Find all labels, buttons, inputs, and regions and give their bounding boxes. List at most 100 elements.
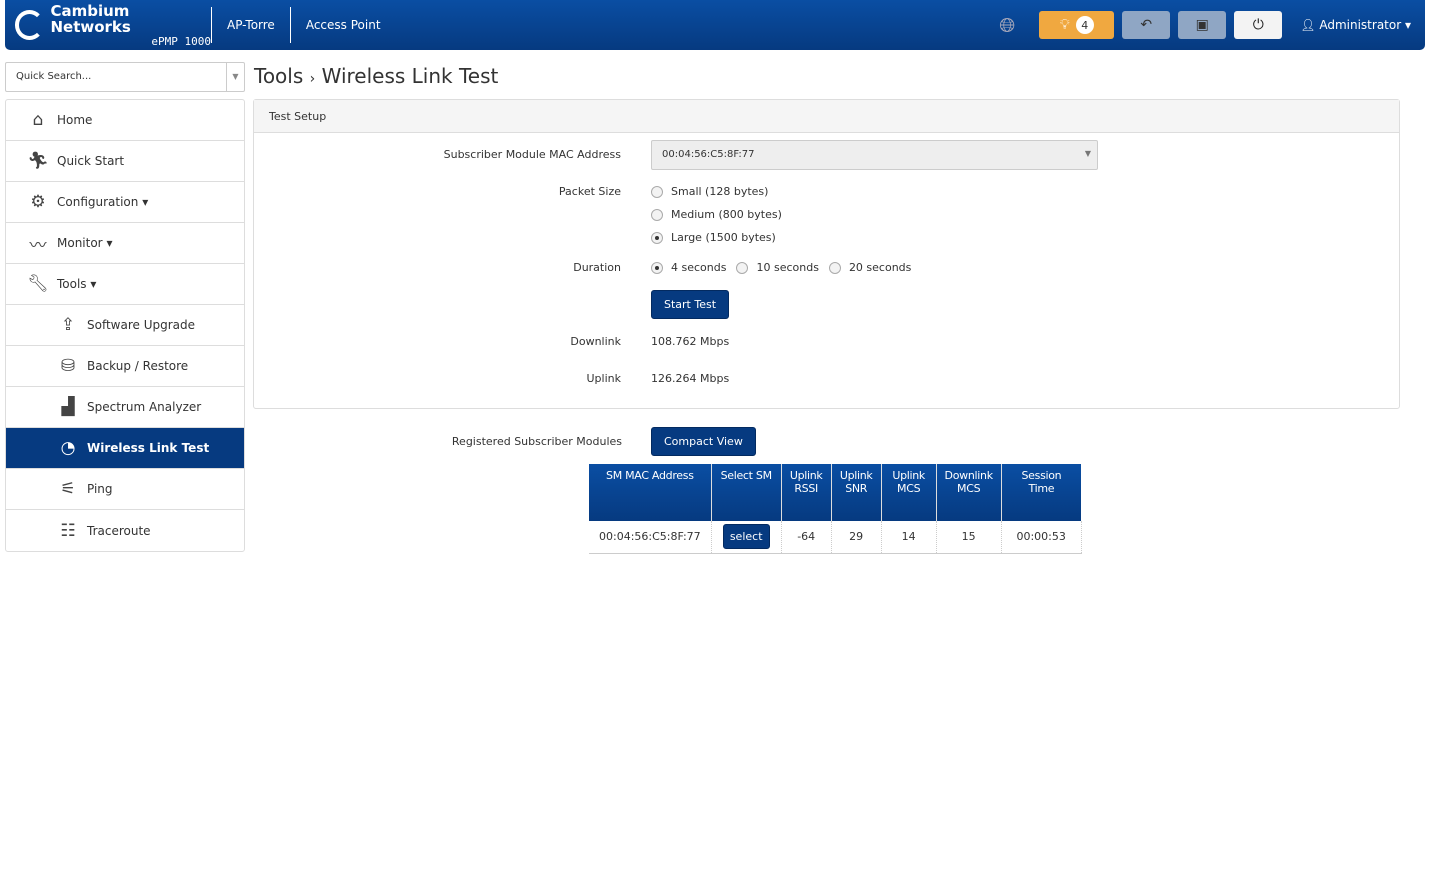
sidebar-item-quick-start[interactable]: 🏃︎ Quick Start <box>6 141 244 182</box>
sidebar-item-label: Spectrum Analyzer <box>87 400 202 414</box>
compact-view-button[interactable]: Compact View <box>651 427 756 456</box>
radio-icon <box>736 261 749 274</box>
model-name: ePMP 1000 <box>151 34 211 48</box>
search-placeholder: Quick Search... <box>16 71 92 82</box>
col-header: Select SM <box>711 464 782 521</box>
traceroute-icon: ☷ <box>60 520 76 541</box>
globe-icon[interactable]: 🌐︎ <box>999 13 1015 37</box>
sidebar-item-label: Configuration <box>57 195 139 209</box>
duration-20-radio[interactable]: 20 seconds <box>828 261 912 274</box>
gauge-icon: ◔ <box>60 438 76 458</box>
radio-label: 10 seconds <box>756 261 819 274</box>
sidebar-item-monitor[interactable]: 〰 Monitor ▾ <box>6 223 244 264</box>
alerts-button[interactable]: 💡︎ 4 <box>1039 11 1115 39</box>
col-header: SM MAC Address <box>589 464 712 521</box>
duration-label: Duration <box>573 261 621 274</box>
top-bar: Cambium Networks ePMP 1000 AP-Torre Acces… <box>5 0 1425 50</box>
test-setup-panel: Test Setup Subscriber Module MAC Address… <box>253 99 1400 409</box>
downlink-label: Downlink <box>570 335 621 348</box>
wrench-icon: 🔧︎ <box>27 274 49 294</box>
sidebar-item-label: Wireless Link Test <box>87 441 210 455</box>
sidebar-item-home[interactable]: ⌂ Home <box>6 100 244 141</box>
duration-4-radio[interactable]: 4 seconds <box>651 261 726 274</box>
radio-label: Small (128 bytes) <box>671 185 769 198</box>
power-icon: ⏻ <box>1252 17 1264 33</box>
sidebar-item-tools[interactable]: 🔧︎ Tools ▾ <box>6 264 244 305</box>
sidebar: ⌂ Home 🏃︎ Quick Start ⚙ Configuration ▾ 〰 Mo… <box>5 99 245 552</box>
cell-snr: 29 <box>831 521 882 554</box>
radio-label: Medium (800 bytes) <box>671 208 782 221</box>
downlink-value: 108.762 Mbps <box>651 335 730 348</box>
col-header: Uplink RSSI <box>781 464 832 521</box>
radio-icon <box>651 231 663 244</box>
logo: Cambium Networks ePMP 1000 <box>5 3 212 48</box>
alerts-badge: 4 <box>1075 16 1094 34</box>
packet-small-radio[interactable]: Small (128 bytes) <box>651 185 768 198</box>
sidebar-item-spectrum-analyzer[interactable]: ▟ Spectrum Analyzer <box>6 387 244 428</box>
sidebar-item-label: Quick Start <box>57 154 125 168</box>
chevron-down-icon: ▼ <box>1084 149 1091 158</box>
uplink-label: Uplink <box>586 372 622 385</box>
quick-search-input[interactable]: Quick Search... ▼ <box>5 62 245 92</box>
radio-icon <box>651 261 663 274</box>
device-mode: Access Point <box>305 18 381 32</box>
user-menu[interactable]: 👤︎ Administrator ▾ <box>1300 18 1411 32</box>
save-icon: ▣ <box>1195 17 1209 33</box>
sidebar-item-ping[interactable]: ⚟ Ping <box>6 469 244 510</box>
run-icon: 🏃︎ <box>27 151 49 171</box>
undo-button[interactable]: ↶ <box>1122 11 1171 39</box>
packet-large-radio[interactable]: Large (1500 bytes) <box>651 231 776 244</box>
save-button[interactable]: ▣ <box>1178 11 1227 39</box>
duration-10-radio[interactable]: 10 seconds <box>736 261 819 274</box>
sidebar-item-software-upgrade[interactable]: ⇪ Software Upgrade <box>6 305 244 346</box>
pulse-icon: 〰 <box>29 235 47 256</box>
cell-session-time: 00:00:53 <box>1001 521 1082 554</box>
col-header: Session Time <box>1001 464 1082 521</box>
sidebar-item-label: Home <box>57 113 93 127</box>
registered-sm-table: SM MAC Address Select SM Uplink RSSI Upl… <box>589 464 1082 554</box>
brand-name: Cambium Networks <box>50 1 131 36</box>
cell-mac: 00:04:56:C5:8F:77 <box>589 521 712 554</box>
bar-chart-icon: ▟ <box>61 397 75 417</box>
mac-label: Subscriber Module MAC Address <box>443 148 621 161</box>
undo-icon: ↶ <box>1140 17 1153 33</box>
gear-icon: ⚙ <box>30 192 46 212</box>
sidebar-item-label: Backup / Restore <box>87 359 189 373</box>
sidebar-item-label: Traceroute <box>87 523 151 538</box>
sidebar-item-backup-restore[interactable]: ⛁ Backup / Restore <box>6 346 244 387</box>
breadcrumb-parent[interactable]: Tools <box>254 64 303 88</box>
sidebar-item-label: Monitor <box>57 236 103 250</box>
upgrade-icon: ⇪ <box>60 315 76 335</box>
device-name: AP-Torre <box>212 7 291 43</box>
sidebar-item-wireless-link-test[interactable]: ◔ Wireless Link Test <box>6 428 244 469</box>
radio-icon <box>651 208 663 221</box>
sidebar-item-configuration[interactable]: ⚙ Configuration ▾ <box>6 182 244 223</box>
backup-icon: ⛁ <box>60 356 76 376</box>
user-name: Administrator <box>1319 18 1402 32</box>
panel-title: Test Setup <box>254 100 1399 133</box>
radio-label: Large (1500 bytes) <box>671 231 776 244</box>
mac-select[interactable]: 00:04:56:C5:8F:77 ▼ <box>651 140 1098 170</box>
sidebar-item-label: Tools <box>57 277 87 291</box>
cell-ul-mcs: 14 <box>881 521 937 554</box>
uplink-value: 126.264 Mbps <box>651 372 730 385</box>
radio-label: 20 seconds <box>848 261 912 274</box>
col-header: Uplink MCS <box>881 464 937 521</box>
sidebar-item-traceroute[interactable]: ☷ Traceroute <box>6 510 244 551</box>
packet-medium-radio[interactable]: Medium (800 bytes) <box>651 208 782 221</box>
chevron-right-icon: › <box>309 71 316 87</box>
breadcrumb: Tools › Wireless Link Test <box>254 64 498 88</box>
start-test-button[interactable]: Start Test <box>651 290 730 319</box>
cell-rssi: -64 <box>781 521 832 554</box>
col-header: Uplink SNR <box>831 464 882 521</box>
page-title: Wireless Link Test <box>321 64 499 88</box>
lightbulb-icon: 💡︎ <box>1059 17 1070 33</box>
reboot-button[interactable]: ⏻ <box>1234 11 1283 39</box>
registered-sm-label: Registered Subscriber Modules <box>451 435 622 448</box>
sidebar-item-label: Software Upgrade <box>87 318 196 332</box>
sidebar-item-label: Ping <box>87 482 113 496</box>
select-sm-button[interactable]: select <box>722 524 770 550</box>
table-row: 00:04:56:C5:8F:77 select -64 29 14 15 00… <box>589 521 1082 554</box>
cambium-logo-icon <box>15 10 45 40</box>
chevron-down-icon[interactable]: ▼ <box>226 63 244 91</box>
